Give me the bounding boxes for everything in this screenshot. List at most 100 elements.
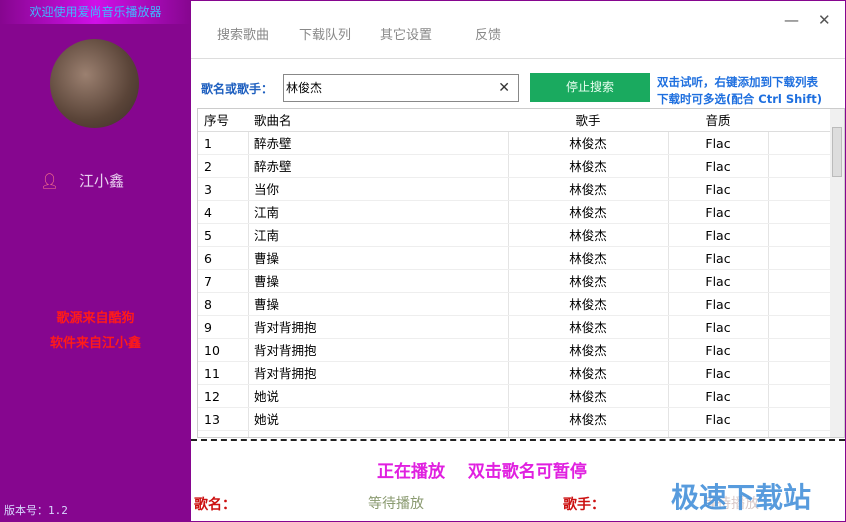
song-title: 当你 [254, 182, 280, 197]
col-artist[interactable]: 歌手 [508, 109, 668, 132]
song-index: 1 [204, 136, 212, 151]
song-quality: Flac [705, 366, 731, 381]
song-artist: 林俊杰 [569, 343, 607, 358]
song-artist: 林俊杰 [569, 274, 607, 289]
username: 江小鑫 [79, 172, 125, 190]
table-row[interactable]: 12 她说 林俊杰 Flac [198, 385, 830, 408]
col-title[interactable]: 歌曲名 [254, 109, 292, 132]
table-row[interactable]: 9 背对背拥抱 林俊杰 Flac [198, 316, 830, 339]
watermark: 极速下载站 [671, 481, 812, 514]
search-value: 林俊杰 [286, 81, 323, 95]
song-label: 歌名： [194, 497, 236, 513]
song-quality: Flac [705, 412, 731, 427]
tab-download-queue[interactable]: 下载队列 [299, 24, 351, 43]
song-quality: Flac [705, 159, 731, 174]
table-row[interactable]: 1 醉赤壁 林俊杰 Flac [198, 132, 830, 155]
song-title: 背对背拥抱 [254, 320, 317, 335]
table-row[interactable]: 8 曹操 林俊杰 Flac [198, 293, 830, 316]
table-row[interactable]: 2 醉赤壁 林俊杰 Flac [198, 155, 830, 178]
song-quality: Flac [705, 274, 731, 289]
table-row[interactable]: 10 背对背拥抱 林俊杰 Flac [198, 339, 830, 362]
song-value: 等待播放 [368, 496, 424, 512]
song-index: 6 [204, 251, 212, 266]
song-artist: 林俊杰 [569, 136, 607, 151]
artist-label: 歌手： [563, 497, 605, 513]
song-quality: Flac [705, 228, 731, 243]
search-input[interactable]: 林俊杰 ✕ [283, 74, 519, 102]
song-title: 背对背拥抱 [254, 366, 317, 381]
song-title: 曹操 [254, 251, 280, 266]
song-quality: Flac [705, 182, 731, 197]
divider [191, 58, 845, 59]
song-title: 醉赤壁 [254, 159, 292, 174]
song-index: 11 [204, 366, 220, 381]
song-index: 2 [204, 159, 212, 174]
scrollbar-thumb[interactable] [832, 127, 842, 177]
col-quality[interactable]: 音质 [668, 109, 768, 132]
main-panel: 搜索歌曲 下载队列 其它设置 反馈 — ✕ 歌名或歌手： 林俊杰 ✕ 停止搜索 双… [191, 0, 846, 522]
scrollbar[interactable] [830, 109, 844, 437]
table-row[interactable]: 13 她说 林俊杰 Flac [198, 408, 830, 431]
song-index: 8 [204, 297, 212, 312]
song-quality: Flac [705, 297, 731, 312]
user-icon: 👤︎ [40, 172, 60, 190]
song-index: 7 [204, 274, 212, 289]
col-index[interactable]: 序号 [204, 109, 229, 132]
tab-feedback[interactable]: 反馈 [475, 24, 501, 43]
clear-icon[interactable]: ✕ [498, 75, 510, 101]
song-artist: 林俊杰 [569, 228, 607, 243]
table-row[interactable]: 7 曹操 林俊杰 Flac [198, 270, 830, 293]
song-index: 4 [204, 205, 212, 220]
minimize-button[interactable]: — [784, 11, 799, 29]
tab-search[interactable]: 搜索歌曲 [217, 24, 269, 43]
song-artist: 林俊杰 [569, 412, 607, 427]
song-quality: Flac [705, 136, 731, 151]
hint-line-2: 下载时可多选(配合 Ctrl Shift) [657, 92, 822, 106]
stop-search-button[interactable]: 停止搜索 [530, 73, 650, 102]
song-artist: 林俊杰 [569, 205, 607, 220]
table-row[interactable]: 4 江南 林俊杰 Flac [198, 201, 830, 224]
song-title: 曹操 [254, 297, 280, 312]
song-index: 13 [204, 412, 220, 427]
song-artist: 林俊杰 [569, 182, 607, 197]
song-title: 醉赤壁 [254, 136, 292, 151]
song-artist: 林俊杰 [569, 159, 607, 174]
table-row[interactable]: 5 江南 林俊杰 Flac [198, 224, 830, 247]
song-quality: Flac [705, 389, 731, 404]
song-quality: Flac [705, 205, 731, 220]
table-header: 序号 歌曲名 歌手 音质 [198, 109, 830, 132]
song-artist: 林俊杰 [569, 366, 607, 381]
song-artist: 林俊杰 [569, 320, 607, 335]
close-button[interactable]: ✕ [818, 11, 831, 29]
version-label: 版本号：1.2 [4, 504, 68, 517]
song-table: 序号 歌曲名 歌手 音质 1 醉赤壁 林俊杰 Flac 2 醉赤壁 林俊杰 Flac 3 当你 林俊… [197, 108, 845, 438]
song-quality: Flac [705, 251, 731, 266]
playing-status: 正在播放 双击歌名可暂停 [377, 462, 587, 482]
credit-source: 歌源来自酷狗 [56, 311, 135, 326]
search-label: 歌名或歌手： [201, 82, 274, 96]
table-row[interactable]: 3 当你 林俊杰 Flac [198, 178, 830, 201]
table-row[interactable]: 11 背对背拥抱 林俊杰 Flac [198, 362, 830, 385]
song-index: 3 [204, 182, 212, 197]
song-index: 9 [204, 320, 212, 335]
song-title: 曹操 [254, 274, 280, 289]
user-info: 👤︎ 江小鑫 [40, 170, 124, 191]
avatar[interactable] [50, 39, 139, 128]
tab-settings[interactable]: 其它设置 [380, 24, 432, 43]
credit-author: 软件来自江小鑫 [49, 336, 141, 351]
song-title: 江南 [254, 205, 280, 220]
sidebar: 欢迎使用爱尚音乐播放器 👤︎ 江小鑫 歌源来自酷狗 软件来自江小鑫 版本号：1.2 [0, 0, 191, 522]
song-title: 江南 [254, 228, 280, 243]
hint-line-1: 双击试听，右键添加到下载列表 [657, 75, 818, 89]
table-row[interactable]: 6 曹操 林俊杰 Flac [198, 247, 830, 270]
song-artist: 林俊杰 [569, 251, 607, 266]
song-title: 她说 [254, 389, 280, 404]
song-quality: Flac [705, 343, 731, 358]
song-index: 12 [204, 389, 220, 404]
welcome-banner: 欢迎使用爱尚音乐播放器 [0, 0, 191, 24]
dashed-divider [191, 439, 845, 441]
song-title: 她说 [254, 412, 280, 427]
song-artist: 林俊杰 [569, 297, 607, 312]
song-index: 5 [204, 228, 212, 243]
song-quality: Flac [705, 320, 731, 335]
